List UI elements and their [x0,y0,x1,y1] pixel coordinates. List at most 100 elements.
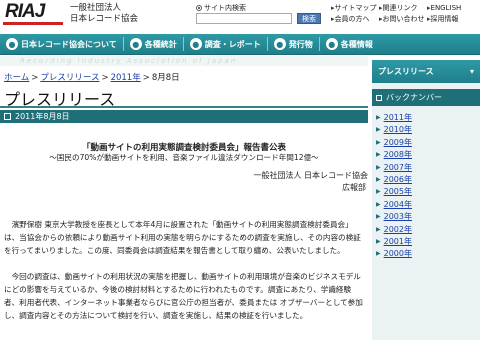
year-item[interactable]: ▶ 2010年 [376,124,480,136]
year-label: 2003年 [383,212,412,222]
org-line2: 日本レコード協会 [70,14,139,24]
year-item[interactable]: ▶ 2009年 [376,137,480,149]
release-date: 2011年8月8日 [15,112,70,121]
top-link-recruit[interactable]: ▸採用情報 [427,14,475,25]
breadcrumb-press[interactable]: プレスリリース [40,73,99,83]
logo-underline [3,22,63,25]
circle-icon: ● [273,38,286,50]
top-link-sitemap[interactable]: ▸サイトマップ [331,3,379,14]
triangle-icon: ▶ [376,250,381,258]
site-search-label: サイト内検索 [204,4,246,12]
top-link-label: お問い合わせ [382,15,425,23]
breadcrumb-year[interactable]: 2011年 [111,73,141,83]
title-divider [0,106,368,108]
chevron-down-icon: ▾ [469,67,474,76]
nav-information[interactable]: ● 各種情報 [320,34,379,55]
year-item[interactable]: ▶ 2005年 [376,186,480,198]
triangle-icon: ▶ [376,114,381,121]
date-bar: 2011年8月8日 [0,110,368,123]
year-label: 2005年 [383,187,412,197]
sidebar: プレスリリース ▾ バックナンバー ▶ 2011年 ▶ 2010年 ▶ 2009年 ▶… [372,60,480,340]
circle-icon: ● [325,38,338,50]
square-icon [376,94,382,101]
search-input[interactable] [196,13,292,24]
nav-reports[interactable]: ● 調査・レポート [184,34,267,55]
year-label: 2006年 [383,175,412,185]
org-line1: 一般社団法人 [70,3,122,13]
year-label: 2010年 [383,125,412,135]
triangle-icon: ▶ [376,151,381,159]
triangle-icon: ▶ [376,200,381,208]
organization-name: 一般社団法人 日本レコード協会 [70,3,138,25]
circle-icon: ● [129,38,142,50]
year-item[interactable]: ▶ 2007年 [376,162,480,174]
triangle-icon: ▶ [376,138,381,146]
nav-statistics[interactable]: ● 各種統計 [124,34,183,55]
logo-text: RIAJ [5,1,45,22]
banner-strip: Recording Industry Association of Japan [0,56,368,66]
year-label: 2001年 [383,237,412,247]
triangle-icon: ▶ [376,213,381,221]
breadcrumb-separator: > [142,73,150,83]
breadcrumb-separator: > [101,73,109,83]
top-link-label: サイトマップ [334,4,377,12]
year-label: 2008年 [383,150,412,160]
article-subheading: 〜国民の70%が動画サイトを利用、音楽ファイル違法ダウンロード年間12億〜 [49,153,319,162]
year-item[interactable]: ▶ 2000年 [376,248,480,260]
year-item[interactable]: ▶ 2003年 [376,211,480,223]
site-search-option[interactable]: サイト内検索 [196,3,246,13]
nav-publications[interactable]: ● 発行物 [268,34,319,55]
sidebar-title: プレスリリース [378,67,434,76]
top-link-members[interactable]: ▸会員の方へ [331,14,379,25]
breadcrumb-current: 8月8日 [151,73,180,83]
breadcrumb: ホーム > プレスリリース >2011年 >8月8日 [4,71,180,83]
top-link-label: ENGLISH [430,4,462,12]
circle-icon: ● [6,38,18,50]
sidebar-subheader: バックナンバー [372,89,480,106]
circle-icon: ● [189,38,202,50]
year-item[interactable]: ▶ 2011年 [376,112,480,124]
year-label: 2011年 [383,113,412,122]
top-link-english[interactable]: ▸ENGLISH [427,3,475,14]
search-button[interactable]: 検索 [297,13,321,24]
triangle-icon: ▶ [376,163,381,171]
breadcrumb-home[interactable]: ホーム [4,73,29,83]
sidebar-subtitle: バックナンバー [386,93,442,102]
top-link-label: 会員の方へ [334,15,370,23]
article-paragraph-1: 濱野保樹 東京大学教授を座長として本年4月に設置された「動画サイトの利用実態調査… [4,220,361,255]
signature-org: 一般社団法人 日本レコード協会 [253,171,368,180]
year-item[interactable]: ▶ 2001年 [376,236,480,248]
year-label: 2000年 [383,249,412,259]
breadcrumb-separator: > [31,73,39,83]
radio-icon[interactable] [196,5,202,11]
triangle-icon: ▶ [376,126,381,134]
nav-about[interactable]: ● 日本レコード協会について [0,34,123,55]
year-item[interactable]: ▶ 2006年 [376,174,480,186]
sidebar-header[interactable]: プレスリリース ▾ [372,60,480,83]
year-label: 2002年 [383,224,412,234]
triangle-icon: ▶ [376,225,381,233]
year-item[interactable]: ▶ 2004年 [376,199,480,211]
site-header: RIAJ 一般社団法人 日本レコード協会 サイト内検索 検索 ▸サイトマップ ▸関… [0,0,480,34]
triangle-icon: ▶ [376,188,381,196]
nav-label: 各種情報 [340,39,373,49]
main-nav: ● 日本レコード協会について ● 各種統計 ● 調査・レポート ● 発行物 ● 各種情報 [0,34,480,55]
top-links: ▸サイトマップ ▸関連リンク ▸ENGLISH ▸会員の方へ ▸お問い合わせ ▸採用情報 [331,3,479,25]
top-link-contact[interactable]: ▸お問い合わせ [379,14,427,25]
year-item[interactable]: ▶ 2002年 [376,224,480,236]
article-paragraph-2: 今回の調査は、動画サイトの利用状況の実態を把握し、動画サイトの利用環境が音楽のビ… [4,272,363,320]
nav-label: 調査・レポート [204,39,261,49]
triangle-icon: ▶ [376,176,381,184]
riaj-logo[interactable]: RIAJ [3,1,65,25]
year-label: 2009年 [383,137,412,147]
nav-label: 日本レコード協会について [21,39,117,49]
nav-label: 発行物 [288,39,313,49]
top-link-label: 採用情報 [430,15,459,23]
signature-dept: 広報部 [342,183,366,192]
square-icon [4,113,11,120]
top-link-label: 関連リンク [382,4,418,12]
year-label: 2004年 [383,199,412,209]
top-link-related[interactable]: ▸関連リンク [379,3,427,14]
year-label: 2007年 [383,162,412,172]
year-item[interactable]: ▶ 2008年 [376,149,480,161]
